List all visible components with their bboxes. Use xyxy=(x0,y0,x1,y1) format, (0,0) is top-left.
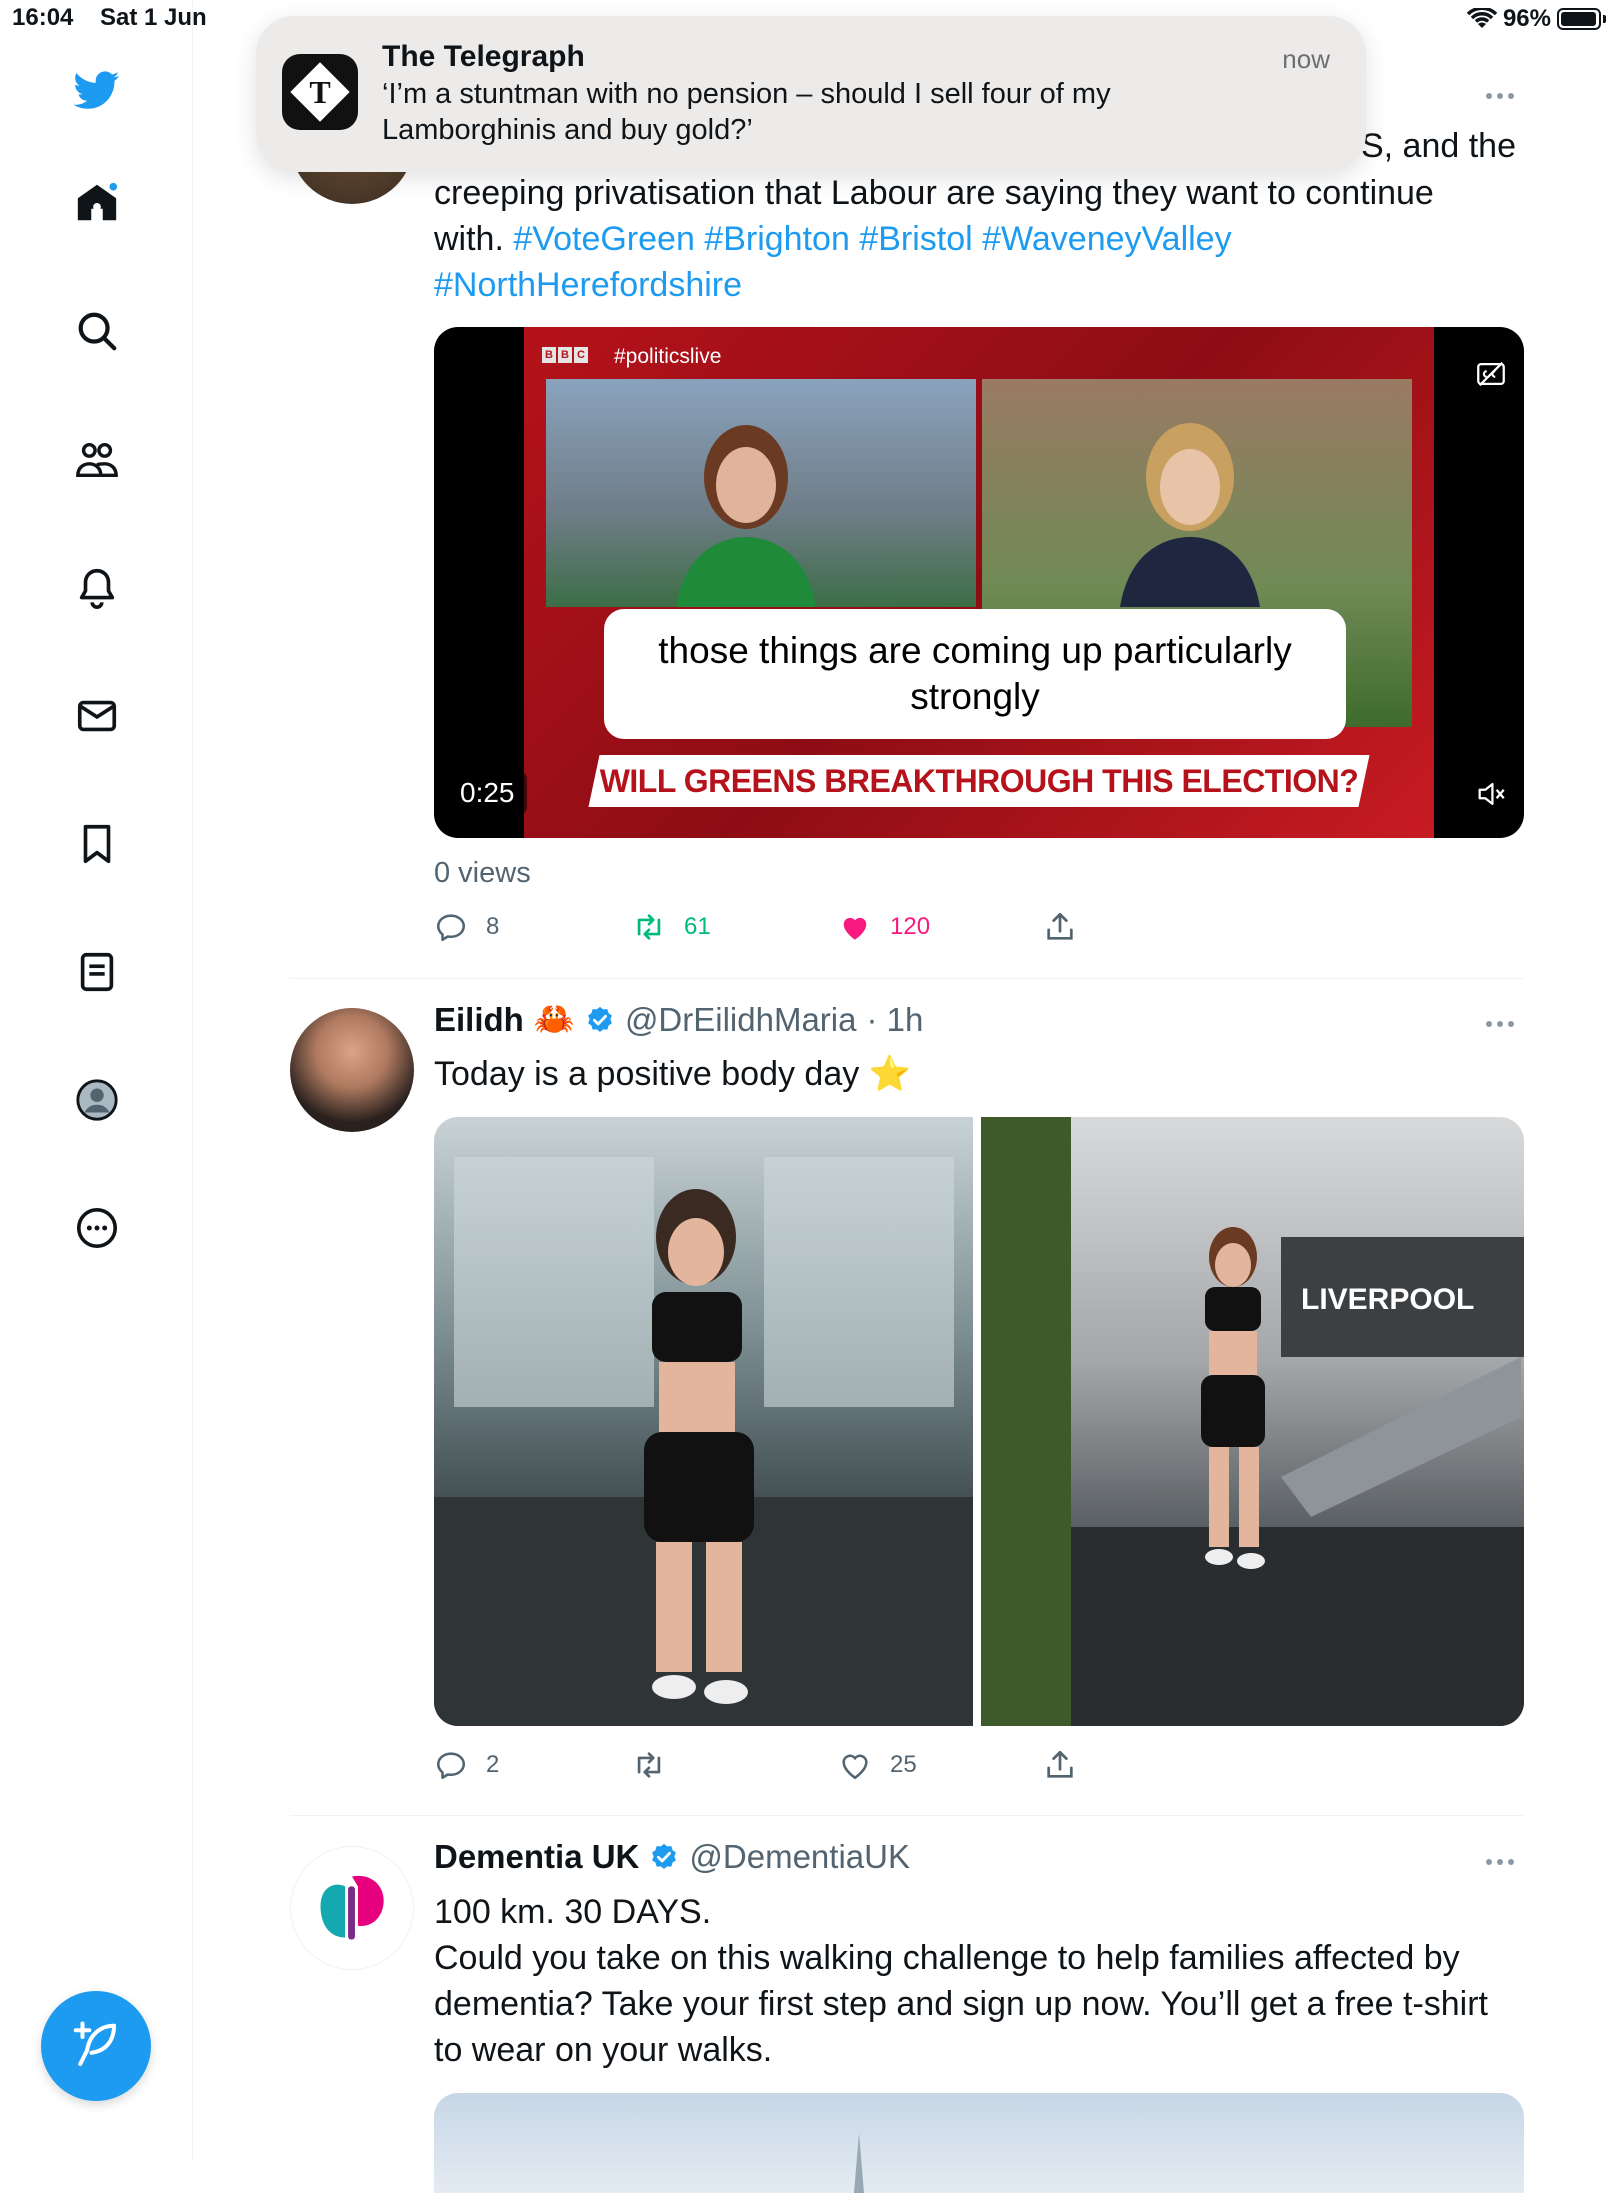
tweet2-retweet-button[interactable] xyxy=(632,1748,684,1782)
tweet3-header: Dementia UK @DementiaUK xyxy=(434,1838,910,1876)
bbc-logo: BBC xyxy=(542,347,588,363)
tweet1-share-button[interactable] xyxy=(1043,910,1077,944)
hashtag-waveneyvalley[interactable]: #WaveneyValley xyxy=(982,220,1231,258)
tweet1-text-line4: #NorthHerefordshire xyxy=(434,262,1534,308)
tweet1-retweet-count: 61 xyxy=(684,913,711,940)
tweet3-more-icon[interactable] xyxy=(1486,1856,1522,1868)
battery-icon xyxy=(1557,8,1601,30)
tweet2-more-icon[interactable] xyxy=(1486,1018,1522,1030)
gym-photo-left xyxy=(434,1157,973,1726)
tweet3-text-line4: to wear on your walks. xyxy=(434,2031,773,2069)
video-hashtag-overlay: #politicslive xyxy=(614,345,722,368)
video-timer: 0:25 xyxy=(448,771,527,815)
telegraph-app-icon: T xyxy=(282,54,358,130)
video-presenter-figure xyxy=(676,425,816,607)
tweet3-image xyxy=(854,2133,864,2193)
tweet1-text-with: with. xyxy=(434,220,504,258)
verified-badge-icon xyxy=(588,1006,612,1032)
heart-filled-icon xyxy=(843,917,867,940)
hashtag-brighton[interactable]: #Brighton xyxy=(704,220,850,258)
retweet-icon xyxy=(637,914,661,940)
search-icon[interactable] xyxy=(62,296,132,366)
captions-off-icon[interactable] xyxy=(1474,357,1508,391)
tweet2-reply-button[interactable]: 2 xyxy=(434,1748,499,1782)
tweet2-header: Eilidh 🦀 @DrEilidhMaria · 1h xyxy=(434,1000,923,1039)
more-circle-icon[interactable] xyxy=(62,1193,132,1263)
tweet2-text: Today is a positive body day ⭐ xyxy=(434,1055,912,1093)
notification-body: ‘I’m a stuntman with no pension – should… xyxy=(382,78,1111,146)
tweet1-more-icon[interactable] xyxy=(1486,90,1522,102)
reply-icon xyxy=(436,1752,466,1780)
tweet1-views: 0 views xyxy=(434,857,531,889)
tweet3-text-line2: Could you take on this walking challenge… xyxy=(434,1939,1460,1977)
profile-avatar-icon[interactable] xyxy=(62,1065,132,1135)
tweet3-handle[interactable]: @DementiaUK xyxy=(689,1838,910,1876)
dementia-uk-logo xyxy=(320,1875,384,1942)
tweet2-time: · 1h xyxy=(866,1000,924,1038)
tweet2-photo-left[interactable] xyxy=(434,1117,973,1726)
hashtag-votegreen[interactable]: #VoteGreen xyxy=(513,220,694,258)
tweet1-like-button[interactable]: 120 xyxy=(838,910,930,944)
status-right: 96% xyxy=(1466,5,1606,33)
video-guest-figure xyxy=(1120,423,1260,607)
tweet1-reply-count: 8 xyxy=(486,913,500,940)
twitter-bird-icon[interactable] xyxy=(62,55,132,125)
tweet3-image-preview[interactable] xyxy=(434,2093,1524,2193)
tweet1-reply-button[interactable]: 8 xyxy=(434,910,499,944)
tweet3-author-name[interactable]: Dementia UK xyxy=(434,1838,639,1876)
compose-button[interactable] xyxy=(41,1991,151,2101)
notifications-bell-icon[interactable] xyxy=(62,553,132,623)
status-time: 16:04 xyxy=(12,4,74,31)
sidebar xyxy=(0,0,193,2160)
tweet1-text-line2: creeping privatisation that Labour are s… xyxy=(434,174,1434,212)
heart-icon xyxy=(842,1754,868,1780)
wifi-icon xyxy=(1466,8,1497,28)
tweet2-like-button[interactable]: 25 xyxy=(838,1748,917,1782)
share-icon xyxy=(1047,912,1073,940)
tweet2-like-count: 25 xyxy=(890,1751,917,1778)
battery-percent: 96% xyxy=(1502,5,1551,32)
mute-icon[interactable] xyxy=(1474,777,1508,811)
notification-title: The Telegraph xyxy=(382,40,585,73)
tweet-divider xyxy=(290,1815,1524,1816)
reply-icon xyxy=(436,914,466,942)
tweet1-text-line3: with. #VoteGreen #Brighton #Bristol #Wav… xyxy=(434,216,1534,262)
video-banner-text: WILL GREENS BREAKTHROUGH THIS ELECTION? xyxy=(599,762,1359,799)
bookmark-icon[interactable] xyxy=(62,809,132,879)
status-date: Sat 1 Jun xyxy=(100,4,207,31)
hashtag-northherefordshire[interactable]: #NorthHerefordshire xyxy=(434,266,742,304)
messages-envelope-icon[interactable] xyxy=(62,681,132,751)
retweet-icon xyxy=(637,1752,661,1778)
hashtag-bristol[interactable]: #Bristol xyxy=(859,220,972,258)
crab-emoji: 🦀 xyxy=(533,1000,575,1037)
tweet2-handle[interactable]: @DrEilidhMaria xyxy=(625,1001,857,1039)
tweet1-video[interactable]: BBC #politicslive WILL GREENS BREAKTHROU… xyxy=(434,327,1524,838)
tweet2-share-button[interactable] xyxy=(1043,1748,1077,1782)
lists-icon[interactable] xyxy=(62,937,132,1007)
tweet3-text-line3: dementia? Take your first step and sign … xyxy=(434,1985,1488,2023)
status-bar: 16:04 Sat 1 Jun 96% xyxy=(0,0,1620,40)
tweet3-avatar[interactable] xyxy=(290,1846,414,1970)
share-icon xyxy=(1047,1750,1073,1778)
liverpool-sign: LIVERPOOL xyxy=(1301,1283,1474,1316)
gym-photo-right: LIVERPOOL xyxy=(981,1117,1524,1726)
verified-badge-icon xyxy=(652,1843,677,1869)
tweet1-like-count: 120 xyxy=(890,913,931,940)
tweet1-retweet-button[interactable]: 61 xyxy=(632,910,711,944)
home-icon[interactable] xyxy=(62,168,132,238)
tweet3-text-line1: 100 km. 30 DAYS. xyxy=(434,1893,712,1931)
tweet2-photo-right[interactable]: LIVERPOOL xyxy=(981,1117,1524,1726)
tweet-divider xyxy=(290,978,1524,979)
video-caption: those things are coming up particularly … xyxy=(604,609,1346,739)
tweet2-reply-count: 2 xyxy=(486,1751,500,1778)
notification-time: now xyxy=(1282,44,1330,74)
tweet2-author-name[interactable]: Eilidh xyxy=(434,1001,524,1039)
tweet2-avatar[interactable] xyxy=(290,1008,414,1132)
compose-feather-icon xyxy=(73,2021,117,2067)
communities-icon[interactable] xyxy=(62,425,132,495)
svg-text:T: T xyxy=(309,74,330,110)
